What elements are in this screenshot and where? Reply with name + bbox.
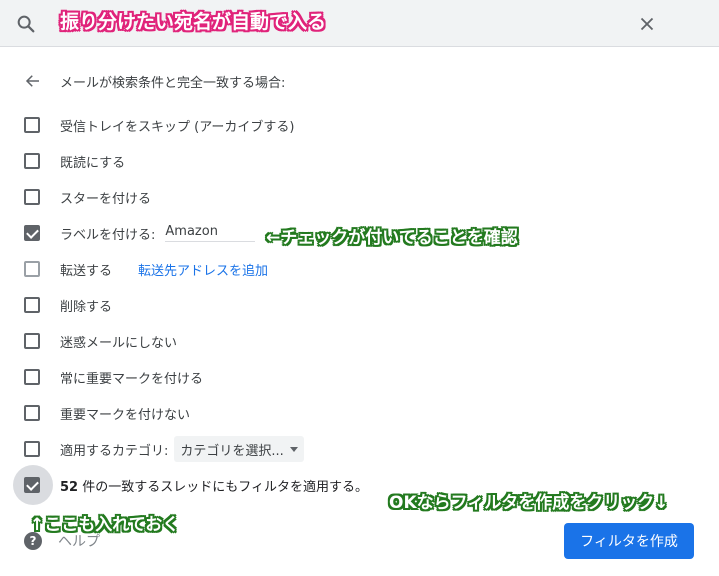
category-dropdown[interactable]: カテゴリを選択... bbox=[174, 436, 304, 462]
option-category: 適用するカテゴリ: カテゴリを選択... bbox=[24, 436, 304, 462]
option-always-important: 常に重要マークを付ける bbox=[24, 366, 203, 388]
annotation-check-label: ←チェックが付いてることを確認 bbox=[266, 228, 518, 248]
apply-existing-text: 件の一致するスレッドにもフィルタを適用する。 bbox=[78, 479, 368, 495]
help-label: ヘルプ bbox=[58, 534, 100, 550]
option-mark-read: 既読にする bbox=[24, 150, 125, 172]
option-label: 迷惑メールにしない bbox=[60, 335, 178, 351]
close-icon[interactable] bbox=[636, 13, 658, 35]
create-filter-button[interactable]: フィルタを作成 bbox=[564, 523, 694, 559]
search-icon[interactable] bbox=[15, 13, 37, 35]
option-never-important: 重要マークを付けない bbox=[24, 402, 190, 424]
help-icon: ? bbox=[24, 532, 42, 550]
option-never-spam: 迷惑メールにしない bbox=[24, 330, 177, 352]
checkbox-apply-label[interactable] bbox=[24, 225, 40, 241]
checkbox-always-important[interactable] bbox=[24, 369, 40, 385]
checkbox-category[interactable] bbox=[24, 441, 40, 457]
match-count: 52 bbox=[60, 479, 79, 495]
checkbox-delete[interactable] bbox=[24, 297, 40, 313]
option-apply-existing: 52 件の一致するスレッドにもフィルタを適用する。 bbox=[24, 474, 368, 496]
search-bar: 振り分けたい宛名が自動で入る bbox=[0, 0, 719, 47]
annotation-auto-address: 振り分けたい宛名が自動で入る bbox=[60, 11, 327, 33]
option-label: 重要マークを付けない bbox=[60, 407, 191, 423]
label-name-field[interactable]: Amazon bbox=[165, 224, 256, 242]
add-forward-address-link[interactable]: 転送先アドレスを追加 bbox=[138, 260, 268, 279]
option-apply-label: ラベルを付ける: Amazon bbox=[24, 222, 256, 244]
option-delete: 削除する bbox=[24, 294, 112, 316]
option-label: 適用するカテゴリ: bbox=[60, 443, 169, 459]
checkbox-forward[interactable] bbox=[24, 261, 40, 277]
option-label: 既読にする bbox=[60, 155, 126, 171]
option-skip-inbox: 受信トレイをスキップ (アーカイブする) bbox=[24, 114, 295, 136]
option-label: スターを付ける bbox=[60, 191, 152, 207]
back-arrow-icon[interactable] bbox=[24, 72, 42, 90]
help-link[interactable]: ? ヘルプ bbox=[24, 531, 100, 551]
option-label: 削除する bbox=[60, 299, 113, 315]
checkbox-star[interactable] bbox=[24, 189, 40, 205]
annotation-create-hint: OKならフィルタを作成をクリック↓ bbox=[389, 493, 669, 513]
option-label: 常に重要マークを付ける bbox=[60, 371, 204, 387]
option-star: スターを付ける bbox=[24, 186, 151, 208]
filter-header: メールが検索条件と完全一致する場合: bbox=[24, 70, 285, 92]
checkbox-never-spam[interactable] bbox=[24, 333, 40, 349]
checkbox-skip-inbox[interactable] bbox=[24, 117, 40, 133]
option-forward: 転送する 転送先アドレスを追加 bbox=[24, 258, 268, 280]
option-label: 転送する bbox=[60, 263, 113, 279]
checkbox-never-important[interactable] bbox=[24, 405, 40, 421]
option-label: 受信トレイをスキップ (アーカイブする) bbox=[60, 119, 295, 135]
checkbox-apply-existing[interactable] bbox=[24, 477, 40, 493]
checkbox-mark-read[interactable] bbox=[24, 153, 40, 169]
option-label: ラベルを付ける: bbox=[60, 227, 156, 243]
filter-criteria-text: メールが検索条件と完全一致する場合: bbox=[60, 76, 286, 91]
dropdown-arrow-icon bbox=[289, 446, 298, 452]
category-dropdown-value: カテゴリを選択... bbox=[180, 443, 284, 459]
apply-existing-label: 52 件の一致するスレッドにもフィルタを適用する。 bbox=[60, 476, 368, 495]
